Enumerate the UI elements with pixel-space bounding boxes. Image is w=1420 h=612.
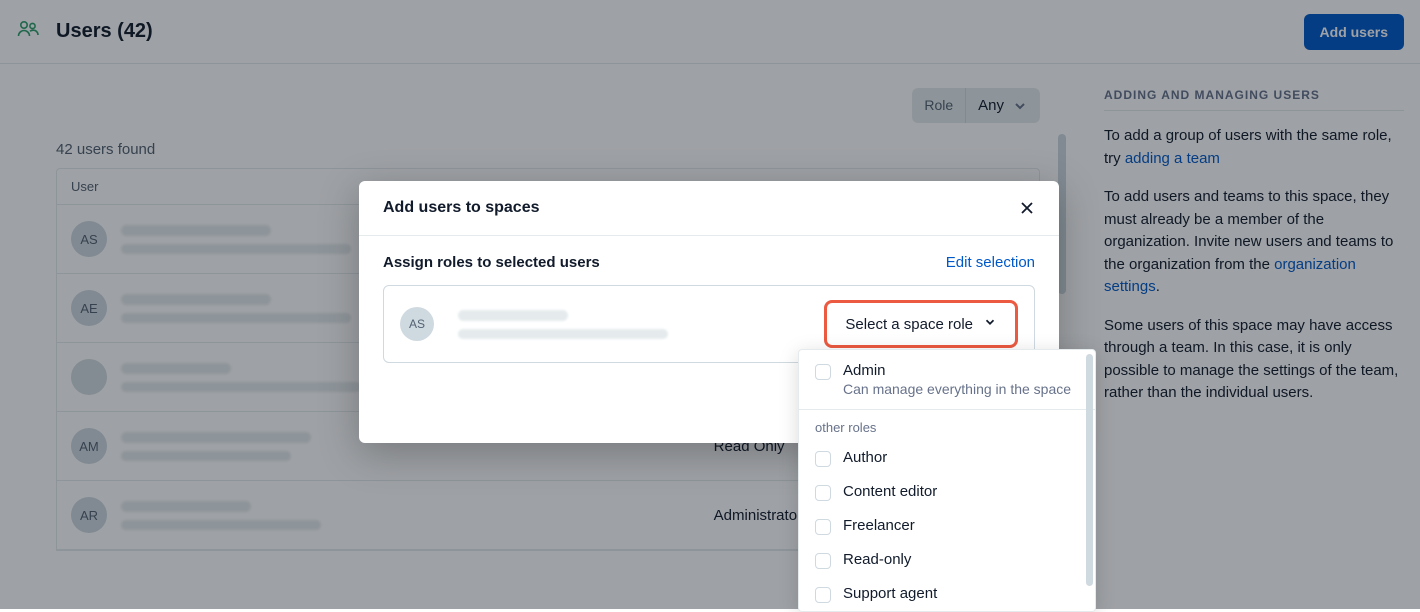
checkbox[interactable] — [815, 519, 831, 535]
checkbox[interactable] — [815, 364, 831, 380]
role-option-label: Admin — [843, 362, 1071, 379]
role-option-label: Author — [843, 449, 887, 466]
checkbox[interactable] — [815, 587, 831, 603]
assign-roles-text: Assign roles to selected users — [383, 254, 600, 271]
role-option-description: Can manage everything in the space — [843, 381, 1071, 397]
role-option[interactable]: Content editor — [799, 475, 1095, 509]
checkbox[interactable] — [815, 451, 831, 467]
checkbox[interactable] — [815, 553, 831, 569]
role-option-label: Content editor — [843, 483, 937, 500]
role-dropdown: Admin Can manage everything in the space… — [798, 349, 1096, 612]
modal-header: Add users to spaces — [359, 181, 1059, 236]
user-card-left: AS — [400, 307, 668, 341]
modal-title: Add users to spaces — [383, 199, 540, 217]
select-role-label: Select a space role — [845, 316, 973, 333]
scrollbar[interactable] — [1086, 354, 1093, 586]
avatar: AS — [400, 307, 434, 341]
close-icon[interactable] — [1019, 200, 1035, 216]
redacted-email — [458, 329, 668, 339]
role-option[interactable]: Support agent — [799, 577, 1095, 611]
select-space-role-button[interactable]: Select a space role — [824, 300, 1018, 348]
role-option[interactable]: Freelancer — [799, 509, 1095, 543]
role-option-label: Read-only — [843, 551, 911, 568]
chevron-down-icon — [983, 315, 997, 333]
role-option[interactable]: Author — [799, 441, 1095, 475]
redacted-name — [458, 310, 568, 321]
assign-row: Assign roles to selected users Edit sele… — [383, 254, 1035, 271]
edit-selection-link[interactable]: Edit selection — [946, 254, 1035, 271]
role-option-label: Freelancer — [843, 517, 915, 534]
checkbox[interactable] — [815, 485, 831, 501]
role-option[interactable]: Read-only — [799, 543, 1095, 577]
dropdown-section-label: other roles — [799, 410, 1095, 441]
role-option-admin[interactable]: Admin Can manage everything in the space — [799, 350, 1095, 409]
role-option-label: Support agent — [843, 585, 937, 602]
